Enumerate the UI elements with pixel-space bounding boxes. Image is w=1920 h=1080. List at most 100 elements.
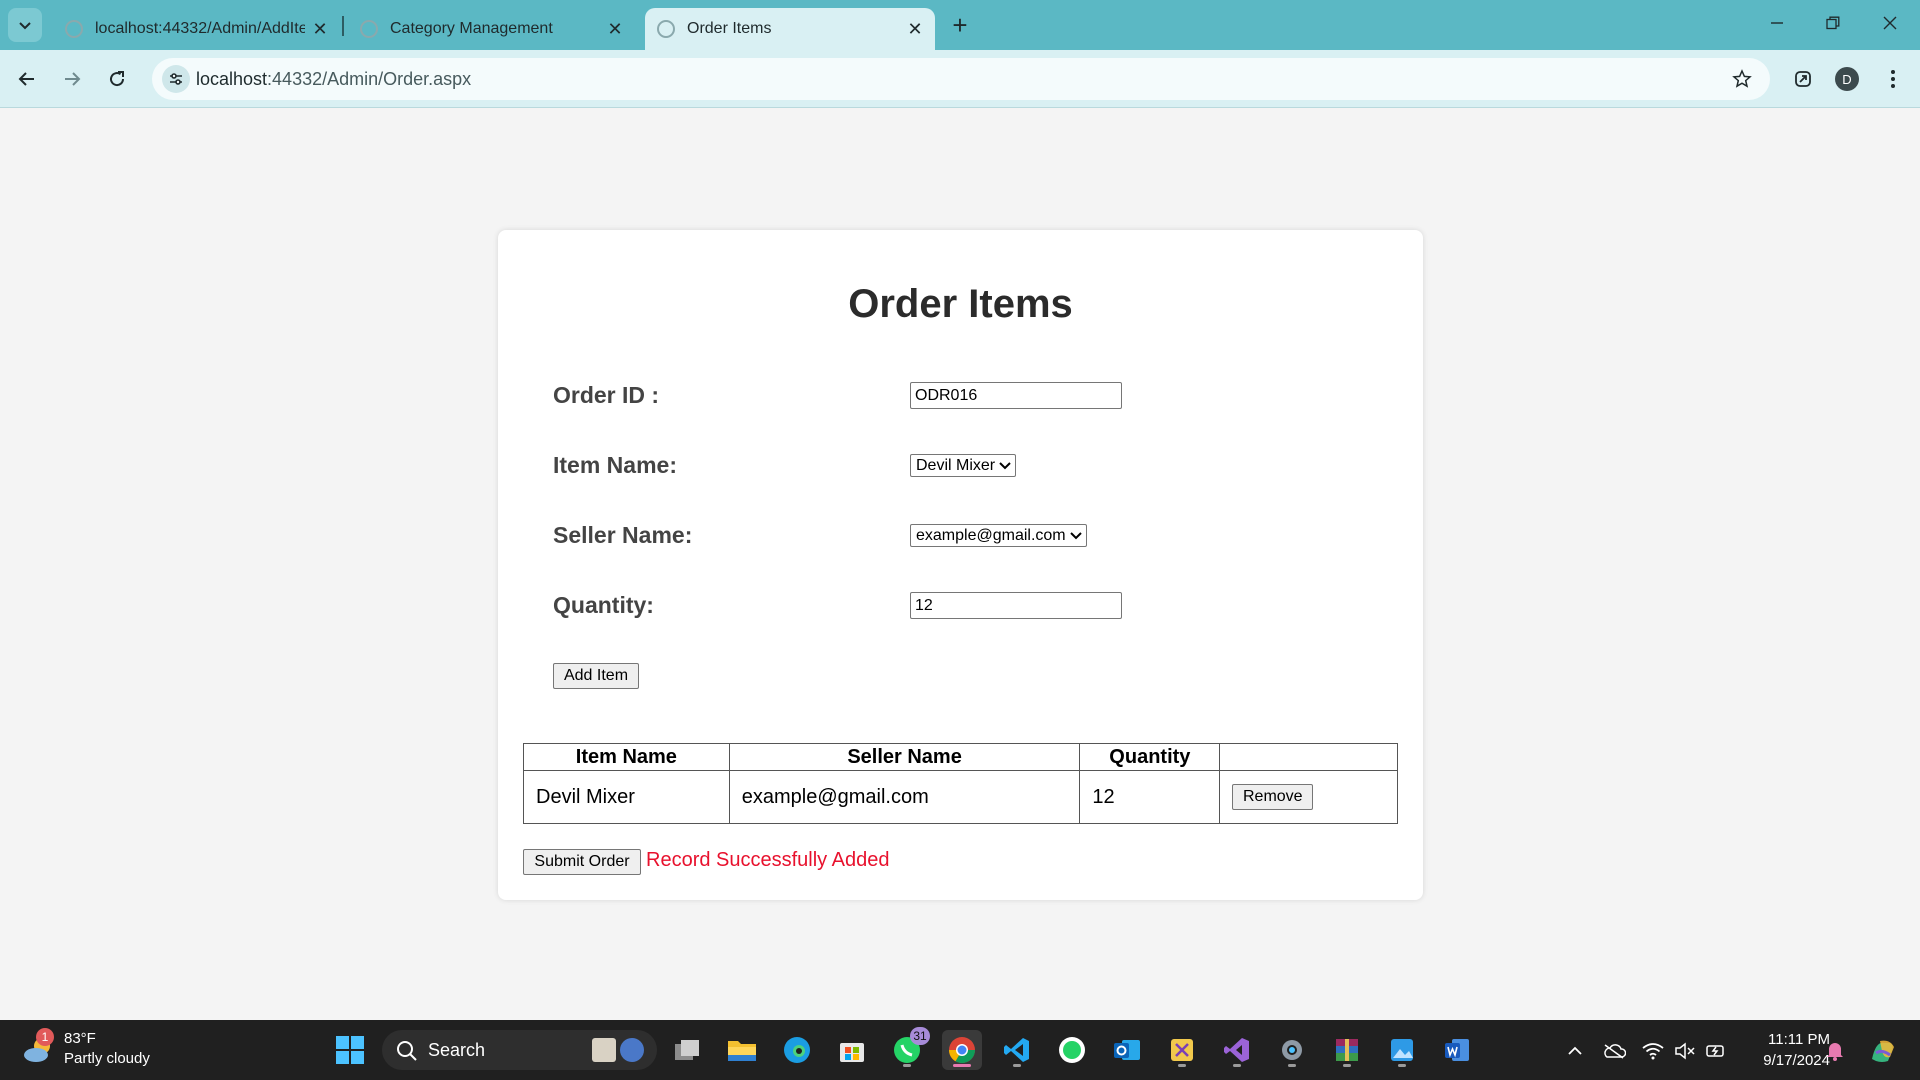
- close-tab-icon[interactable]: ✕: [605, 19, 625, 39]
- active-indicator: [953, 1064, 971, 1067]
- chevron-up-icon[interactable]: [1562, 1038, 1588, 1064]
- cell-seller-name: example@gmail.com: [728, 770, 1081, 824]
- quantity-label: Quantity:: [553, 592, 654, 618]
- minimize-icon: [1771, 22, 1783, 24]
- windows-logo-icon: [336, 1036, 364, 1064]
- item-name-select[interactable]: Devil Mixer: [910, 454, 1017, 477]
- taskbar-search[interactable]: Search: [382, 1030, 657, 1070]
- order-form-card: Order Items Order ID : Item Name: Devil …: [498, 230, 1423, 900]
- close-tab-icon[interactable]: ✕: [310, 19, 330, 39]
- snipping-tool-icon[interactable]: [1162, 1030, 1202, 1070]
- browser-toolbar: localhost:44332/Admin/Order.aspx: [0, 50, 1920, 108]
- wifi-icon[interactable]: [1640, 1038, 1666, 1064]
- seller-name-selected: example@gmail.com: [916, 526, 1066, 544]
- page-title: Order Items: [848, 282, 1073, 326]
- speaker-muted-icon[interactable]: [1672, 1038, 1698, 1064]
- notification-bell-icon[interactable]: [1822, 1038, 1848, 1064]
- extensions-button[interactable]: [1786, 62, 1820, 96]
- vscode-icon[interactable]: [997, 1030, 1037, 1070]
- winrar-icon[interactable]: [1327, 1030, 1367, 1070]
- tab-title: localhost:44332/Admin/AddIten: [95, 20, 305, 37]
- running-indicator: [1343, 1064, 1351, 1067]
- globe-icon: [657, 20, 675, 38]
- column-header-item-name: Item Name: [523, 743, 730, 771]
- quantity-input[interactable]: [910, 592, 1122, 619]
- cell-quantity: 12: [1079, 770, 1221, 824]
- restore-icon: [1826, 16, 1840, 30]
- running-indicator: [903, 1064, 911, 1067]
- tab-order-items[interactable]: Order Items ✕: [645, 8, 935, 50]
- tab-search-button[interactable]: [8, 8, 42, 42]
- outlook-icon[interactable]: [1107, 1030, 1147, 1070]
- start-button[interactable]: [330, 1030, 370, 1070]
- running-indicator: [1178, 1064, 1186, 1067]
- tab-category-management[interactable]: Category Management ✕: [350, 8, 635, 50]
- whatsapp-unread-badge: 31: [910, 1027, 930, 1045]
- status-message: Record Successfully Added: [646, 849, 890, 871]
- running-indicator: [1288, 1064, 1296, 1067]
- remove-button[interactable]: Remove: [1232, 784, 1314, 810]
- windows-taskbar: 1 83°F Partly cloudy Search 31 11:11 PM …: [0, 1020, 1920, 1080]
- copilot-icon[interactable]: [1866, 1038, 1900, 1064]
- arrow-left-icon: [18, 72, 34, 86]
- word-icon[interactable]: [1437, 1030, 1477, 1070]
- restore-button[interactable]: [1818, 8, 1848, 38]
- close-window-button[interactable]: [1875, 8, 1905, 38]
- column-header-quantity: Quantity: [1079, 743, 1221, 771]
- close-icon: [1883, 16, 1897, 30]
- search-icon: [397, 1041, 417, 1061]
- reload-icon: [110, 71, 125, 87]
- extension-icon: [1795, 71, 1811, 87]
- weather-temp: 83°F: [64, 1030, 96, 1047]
- running-indicator: [1013, 1064, 1021, 1067]
- task-view-icon[interactable]: [667, 1030, 707, 1070]
- whatsapp-desktop-icon[interactable]: [1052, 1030, 1092, 1070]
- address-bar[interactable]: localhost:44332/Admin/Order.aspx: [152, 58, 1770, 100]
- site-info-icon[interactable]: [162, 65, 190, 93]
- close-tab-icon[interactable]: ✕: [905, 19, 925, 39]
- new-tab-button[interactable]: +: [945, 10, 975, 40]
- whatsapp-icon[interactable]: 31: [887, 1027, 930, 1070]
- order-id-input[interactable]: [910, 382, 1122, 409]
- forward-button[interactable]: [55, 62, 89, 96]
- running-indicator: [1398, 1064, 1406, 1067]
- chevron-down-icon: [19, 22, 31, 30]
- back-button[interactable]: [10, 62, 44, 96]
- submit-order-button[interactable]: Submit Order: [523, 849, 641, 875]
- chrome-icon[interactable]: [942, 1030, 982, 1070]
- microsoft-store-icon[interactable]: [832, 1030, 872, 1070]
- item-name-selected: Devil Mixer: [916, 456, 996, 474]
- weather-widget[interactable]: 1 83°F Partly cloudy: [22, 1028, 202, 1072]
- file-explorer-icon[interactable]: [722, 1030, 762, 1070]
- cell-item-name: Devil Mixer: [523, 770, 730, 824]
- search-label: Search: [428, 1040, 486, 1060]
- tab-add-item[interactable]: localhost:44332/Admin/AddIten ✕: [55, 8, 340, 50]
- column-header-seller-name: Seller Name: [728, 743, 1081, 771]
- visual-studio-icon[interactable]: [1217, 1030, 1257, 1070]
- photos-icon[interactable]: [1382, 1030, 1422, 1070]
- add-item-button[interactable]: Add Item: [553, 663, 639, 689]
- reload-button[interactable]: [100, 62, 134, 96]
- globe-icon: [360, 20, 378, 38]
- edge-browser-icon[interactable]: [777, 1030, 817, 1070]
- bookmark-star-icon[interactable]: [1730, 67, 1754, 91]
- settings-gear-icon[interactable]: [1272, 1030, 1312, 1070]
- onedrive-icon[interactable]: [1601, 1038, 1627, 1064]
- tune-icon: [170, 73, 182, 85]
- chevron-down-icon: [999, 461, 1011, 470]
- weather-alert-badge: 1: [36, 1028, 54, 1046]
- profile-avatar[interactable]: D: [1835, 67, 1859, 91]
- search-highlight-icon: [592, 1038, 616, 1062]
- system-clock[interactable]: 11:11 PM 9/17/2024: [1763, 1029, 1830, 1071]
- minimize-button[interactable]: [1762, 8, 1792, 38]
- weather-description: Partly cloudy: [64, 1050, 150, 1067]
- menu-button[interactable]: [1876, 62, 1910, 96]
- battery-charging-icon[interactable]: [1703, 1038, 1729, 1064]
- table-row: Devil Mixer example@gmail.com 12 Remove: [523, 770, 1398, 824]
- item-name-label: Item Name:: [553, 452, 677, 478]
- seller-name-select[interactable]: example@gmail.com: [910, 524, 1087, 547]
- star-icon: [1732, 69, 1752, 88]
- browser-tab-strip: localhost:44332/Admin/AddIten ✕ Category…: [0, 0, 1920, 50]
- chevron-down-icon: [1069, 531, 1082, 540]
- url-path: :44332/Admin/Order.aspx: [267, 69, 472, 89]
